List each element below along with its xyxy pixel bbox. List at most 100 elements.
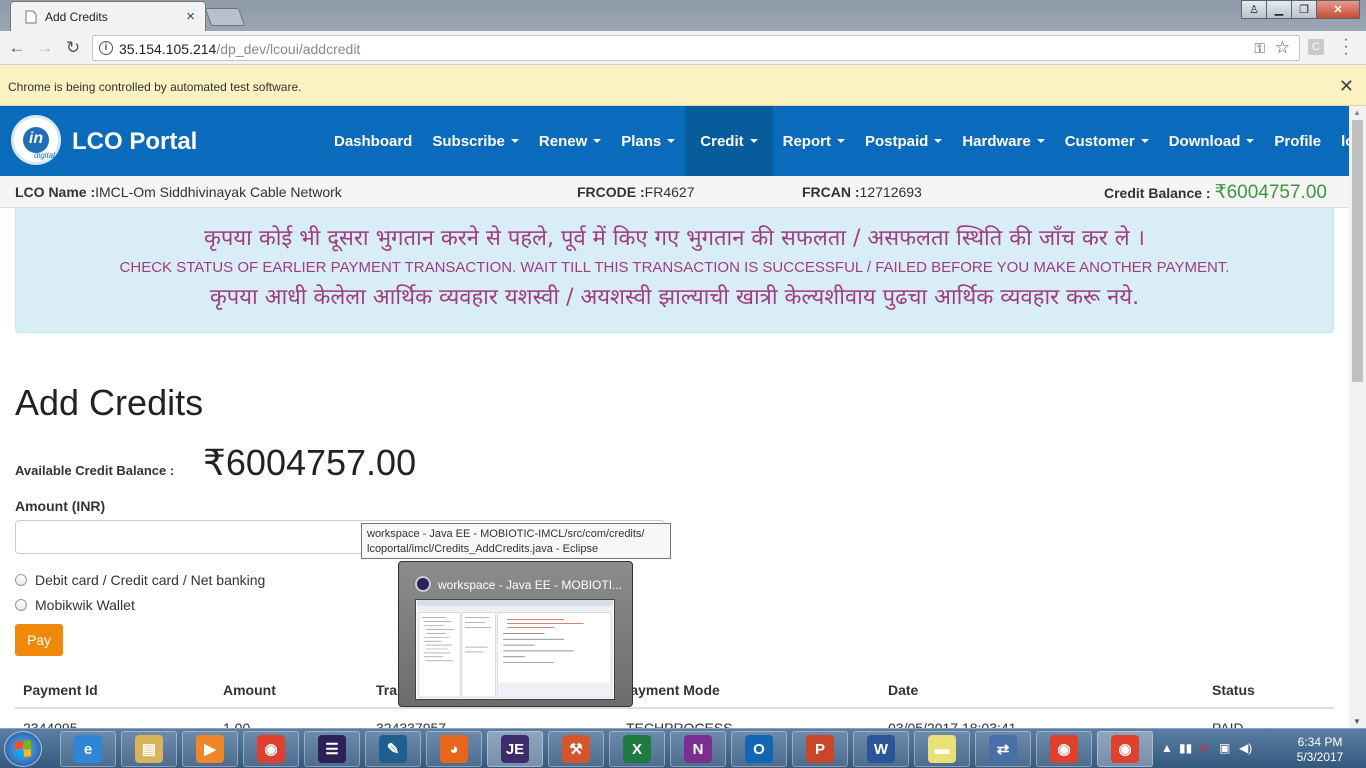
taskbar-button-mysql[interactable]: ✎ xyxy=(365,731,421,767)
nav-item-customer[interactable]: Customer xyxy=(1055,106,1159,176)
taskbar-button-sticky-notes[interactable]: ▬ xyxy=(914,731,970,767)
card-radio[interactable] xyxy=(15,574,27,586)
taskbar-button-media-player[interactable]: ▶ xyxy=(182,731,238,767)
info-icon[interactable]: i xyxy=(99,41,113,55)
wallet-radio[interactable] xyxy=(15,599,27,611)
windows-taskbar: e ▤ ▶ ◉ ☰ ✎ ◕ JE ⚒ X N O P W ▬ ⇄ ◉ ◉ ▲ ▮▮ ✕ ▣ ◀) 6:34 PM … xyxy=(0,728,1366,768)
pay-button[interactable]: Pay xyxy=(15,624,63,656)
nav-item-download[interactable]: Download xyxy=(1159,106,1265,176)
scroll-up-icon[interactable]: ▲ xyxy=(1353,108,1361,117)
media-player-icon: ▶ xyxy=(196,735,224,763)
minimize-button[interactable]: ▁ xyxy=(1266,0,1292,19)
taskbar-button-excel[interactable]: X xyxy=(609,731,665,767)
taskbar-button-network-tool[interactable]: ⇄ xyxy=(975,731,1031,767)
taskbar-button-outlook[interactable]: O xyxy=(731,731,787,767)
page-icon xyxy=(25,10,37,24)
network-icon[interactable]: ✕ xyxy=(1199,741,1209,755)
address-bar[interactable]: i 35.154.105.214/dp_dev/lcoui/addcredit … xyxy=(92,35,1300,61)
new-tab-button[interactable] xyxy=(204,8,246,26)
nav-item-hardware[interactable]: Hardware xyxy=(952,106,1054,176)
alert-marathi: कृपया आधी केलेला आर्थिक व्यवहार यशस्वी /… xyxy=(209,285,1140,310)
onenote-icon: N xyxy=(684,735,712,763)
col-payment-id: Payment Id xyxy=(23,682,98,698)
brand-logo[interactable]: in digital xyxy=(11,115,61,165)
person-icon[interactable]: ♙ xyxy=(1241,0,1267,19)
browser-tab[interactable]: Add Credits × xyxy=(10,1,206,31)
taskbar-button-eclipse[interactable]: ☰ xyxy=(304,731,360,767)
eclipse-javaee-icon: JE xyxy=(501,735,529,763)
system-clock[interactable]: 6:34 PM 5/3/2017 xyxy=(1290,735,1350,765)
file-explorer-icon: ▤ xyxy=(135,735,163,763)
page-title: Add Credits xyxy=(15,382,204,423)
nav-item-credit[interactable]: Credit xyxy=(685,106,773,176)
tab-close-icon[interactable]: × xyxy=(186,8,195,25)
taskbar-button-chrome[interactable]: ◉ xyxy=(243,731,299,767)
scroll-down-icon[interactable]: ▼ xyxy=(1353,717,1361,726)
eclipse-icon: ☰ xyxy=(318,735,346,763)
nav-item-report[interactable]: Report xyxy=(773,106,855,176)
taskbar-button-chrome-2[interactable]: ◉ xyxy=(1036,731,1092,767)
table-header-divider xyxy=(15,707,1334,709)
taskbar-button-eclipse-javaee[interactable]: JE xyxy=(487,731,543,767)
taskbar-button-chrome-3[interactable]: ◉ xyxy=(1097,731,1153,767)
col-date: Date xyxy=(888,682,919,698)
nav-item-profile[interactable]: Profile xyxy=(1264,106,1331,176)
nav-item-renew[interactable]: Renew xyxy=(529,106,611,176)
back-icon[interactable]: ← xyxy=(6,37,28,59)
wallet-option-label: Mobikwik Wallet xyxy=(35,597,135,613)
browser-menu-icon[interactable]: · · · xyxy=(1340,32,1352,62)
caret-down-icon xyxy=(593,139,602,143)
payment-option-wallet[interactable]: Mobikwik Wallet xyxy=(15,597,135,613)
card-option-label: Debit card / Credit card / Net banking xyxy=(35,572,266,588)
taskbar-button-powerpoint[interactable]: P xyxy=(792,731,848,767)
taskbar-button-file-explorer[interactable]: ▤ xyxy=(121,731,177,767)
cell-status: PAID xyxy=(1212,720,1244,728)
address-url[interactable]: 35.154.105.214/dp_dev/lcoui/addcredit xyxy=(119,41,360,57)
browser-titlebar: Add Credits × ♙ ▁ ❐ ✕ xyxy=(0,0,1366,31)
tray-expand-icon[interactable]: ▲ xyxy=(1161,741,1173,755)
col-amount: Amount xyxy=(223,682,276,698)
bookmark-star-icon[interactable]: ☆ xyxy=(1275,38,1290,58)
nav-item-plans[interactable]: Plans xyxy=(611,106,685,176)
key-icon[interactable]: ⚿ xyxy=(1254,40,1265,57)
brand-title[interactable]: LCO Portal xyxy=(72,128,197,156)
start-button[interactable] xyxy=(4,731,42,767)
reload-icon[interactable]: ↻ xyxy=(62,37,84,59)
taskbar-button-tools[interactable]: ⚒ xyxy=(548,731,604,767)
nav-item-label: Profile xyxy=(1274,132,1322,150)
cell-amount: 1.00 xyxy=(223,720,251,728)
power-icon[interactable]: ▣ xyxy=(1219,741,1230,755)
nav-item-subscribe[interactable]: Subscribe xyxy=(422,106,529,176)
volume-icon[interactable]: ◀) xyxy=(1239,741,1252,755)
chrome-icon: ◉ xyxy=(257,735,285,763)
nav-item-dashboard[interactable]: Dashboard xyxy=(324,106,422,176)
infobar-close-icon[interactable]: ✕ xyxy=(1339,76,1354,97)
frcode: FRCODE :FR4627 xyxy=(577,184,695,200)
forward-icon[interactable]: → xyxy=(34,37,56,59)
window-thumbnail-preview[interactable]: workspace - Java EE - MOBIOTI... xyxy=(398,561,633,707)
logo-mark: in xyxy=(23,127,49,153)
caret-down-icon xyxy=(1140,139,1149,143)
nav-item-label: Dashboard xyxy=(334,132,413,150)
amount-label: Amount (INR) xyxy=(15,498,106,514)
payment-option-card[interactable]: Debit card / Credit card / Net banking xyxy=(15,572,265,588)
maximize-button[interactable]: ❐ xyxy=(1291,0,1317,19)
taskbar-button-firefox[interactable]: ◕ xyxy=(426,731,482,767)
tooltip-line-1: workspace - Java EE - MOBIOTIC-IMCL/src/… xyxy=(367,528,645,540)
nav-item-logout[interactable]: logout xyxy=(1331,106,1349,176)
clock-date: 5/3/2017 xyxy=(1296,750,1344,764)
taskbar-button-word[interactable]: W xyxy=(853,731,909,767)
alert-hindi: कृपया कोई भी दूसरा भुगतान करने से पहले, … xyxy=(203,226,1145,251)
page-scrollbar[interactable]: ▲ ▼ xyxy=(1349,106,1366,728)
extension-icon[interactable]: C xyxy=(1308,39,1324,55)
window-controls: ♙ ▁ ❐ ✕ xyxy=(1241,0,1360,20)
signal-icon[interactable]: ▮▮ xyxy=(1179,741,1192,755)
nav-item-postpaid[interactable]: Postpaid xyxy=(855,106,952,176)
internet-explorer-icon: e xyxy=(74,735,102,763)
scroll-thumb[interactable] xyxy=(1352,120,1363,382)
payment-warning-alert: कृपया कोई भी दूसरा भुगतान करने से पहले, … xyxy=(15,208,1334,333)
taskbar-button-onenote[interactable]: N xyxy=(670,731,726,767)
close-window-button[interactable]: ✕ xyxy=(1316,0,1360,19)
thumbnail-title: workspace - Java EE - MOBIOTI... xyxy=(438,578,623,592)
taskbar-button-internet-explorer[interactable]: e xyxy=(60,731,116,767)
